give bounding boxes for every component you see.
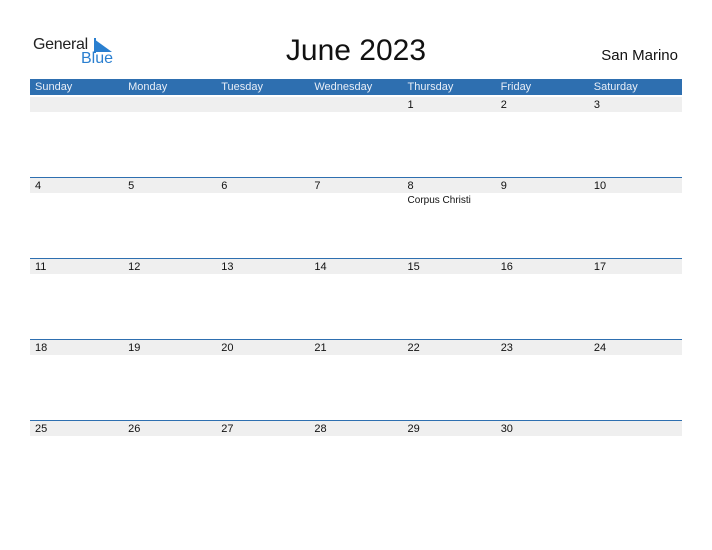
day-cell: 29 [403,420,496,501]
day-number: 17 [593,261,607,273]
day-cell [216,96,309,177]
week-row: 11 12 13 14 15 16 17 [30,258,682,339]
day-cell: 19 [123,339,216,420]
day-cell [309,96,402,177]
day-cell: 7 [309,177,402,258]
day-cell: 5 [123,177,216,258]
weekday-monday: Monday [128,81,168,93]
day-number: 20 [221,342,234,354]
day-number: 25 [35,423,48,435]
day-number: 9 [500,180,507,192]
weekday-friday: Friday [500,81,532,93]
day-number: 30 [500,423,513,435]
day-number: 3 [593,99,600,111]
day-number: 1 [407,99,414,111]
day-number: 2 [500,99,507,111]
day-number: 28 [314,423,327,435]
day-number: 7 [314,180,321,192]
day-cell [123,96,216,177]
weekday-saturday: Saturday [593,81,638,93]
day-number: 26 [128,423,141,435]
day-cell: 25 [30,420,123,501]
day-cell: 12 [123,258,216,339]
day-number: 27 [221,423,234,435]
week-row: 1 2 3 [30,96,682,177]
weekday-header: Sunday Monday Tuesday Wednesday Thursday… [30,79,682,95]
day-number: 23 [500,342,513,354]
day-cell: 28 [309,420,402,501]
day-number: 18 [35,342,48,354]
day-cell: 6 [216,177,309,258]
day-number: 16 [500,261,513,273]
weekday-thursday: Thursday [407,81,454,93]
country-label: San Marino [601,47,678,64]
day-cell: 17 [589,258,682,339]
holiday-label: Corpus Christi [407,195,471,206]
day-number: 29 [407,423,420,435]
day-cell: 2 [496,96,589,177]
day-cell: 18 [30,339,123,420]
week-row: 25 26 27 28 29 30 [30,420,682,501]
day-cell: 21 [309,339,402,420]
day-cell: 23 [496,339,589,420]
day-cell: 9 [496,177,589,258]
day-cell: 24 [589,339,682,420]
day-cell [589,420,682,501]
day-cell: 15 [403,258,496,339]
day-number: 12 [128,261,141,273]
day-cell: 11 [30,258,123,339]
day-cell: 14 [309,258,402,339]
day-number: 11 [35,261,47,273]
week-row: 4 5 6 7 8 Corpus Christi 9 10 [30,177,682,258]
day-cell [30,96,123,177]
day-cell: 13 [216,258,309,339]
day-number: 21 [314,342,327,354]
day-cell: 30 [496,420,589,501]
day-number: 5 [128,180,135,192]
day-number: 10 [593,180,607,192]
day-cell: 20 [216,339,309,420]
weekday-tuesday: Tuesday [221,81,264,93]
day-cell: 27 [216,420,309,501]
day-cell: 26 [123,420,216,501]
day-number: 15 [407,261,420,273]
weekday-sunday: Sunday [35,81,73,93]
day-number: 14 [314,261,327,273]
day-number: 22 [407,342,420,354]
day-number: 13 [221,261,234,273]
day-cell: 3 [589,96,682,177]
day-number: 4 [35,180,42,192]
day-cell: 22 [403,339,496,420]
weekday-wednesday: Wednesday [314,81,373,93]
day-cell: 1 [403,96,496,177]
day-cell: 10 [589,177,682,258]
day-cell: 16 [496,258,589,339]
week-row: 18 19 20 21 22 23 24 [30,339,682,420]
day-number: 6 [221,180,228,192]
day-cell: 8 Corpus Christi [403,177,496,258]
day-number: 24 [593,342,607,354]
day-number: 8 [407,180,414,192]
day-cell: 4 [30,177,123,258]
day-number: 19 [128,342,141,354]
